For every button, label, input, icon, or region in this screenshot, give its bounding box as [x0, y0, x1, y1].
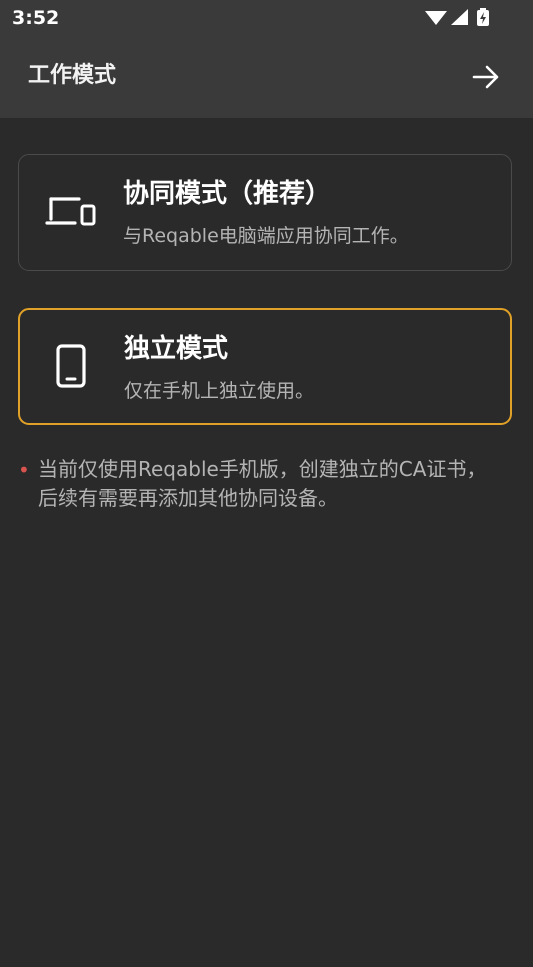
- devices-icon: [45, 197, 96, 226]
- status-icons: [425, 8, 489, 26]
- battery-charging-icon: [477, 8, 489, 26]
- mode-title: 独立模式: [124, 334, 229, 364]
- mode-subtitle: 与Reqable电脑端应用协同工作。: [123, 225, 409, 247]
- mode-subtitle: 仅在手机上独立使用。: [124, 380, 315, 402]
- status-bar: 3:52: [0, 0, 533, 37]
- signal-icon: [451, 9, 468, 25]
- wifi-icon: [425, 11, 447, 25]
- mode-card-collaborative[interactable]: 协同模式（推荐） 与Reqable电脑端应用协同工作。: [18, 154, 512, 271]
- note-text: 当前仅使用Reqable手机版，创建独立的CA证书，后续有需要再添加其他协同设备…: [38, 457, 487, 510]
- phone-icon: [56, 344, 86, 388]
- mode-title: 协同模式（推荐）: [123, 179, 332, 209]
- note-bullet: •: [18, 458, 30, 482]
- arrow-right-icon[interactable]: [471, 62, 501, 92]
- status-time: 3:52: [12, 7, 60, 29]
- app-bar: 工作模式: [0, 37, 533, 118]
- page-title: 工作模式: [28, 63, 117, 88]
- mode-card-standalone[interactable]: 独立模式 仅在手机上独立使用。: [18, 308, 512, 425]
